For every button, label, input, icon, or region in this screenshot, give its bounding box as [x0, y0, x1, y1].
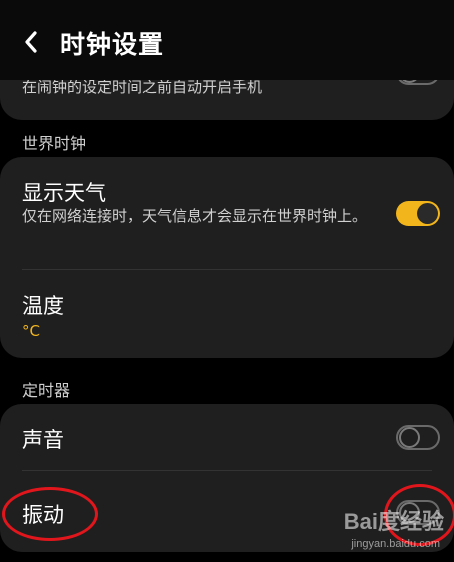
show-weather-title: 显示天气	[22, 181, 106, 205]
show-weather-description: 仅在网络连接时，天气信息才会显示在世界时钟上。	[22, 207, 368, 225]
chevron-left-icon	[25, 31, 37, 53]
world-clock-card: 显示天气 仅在网络连接时，天气信息才会显示在世界时钟上。 温度 °C	[0, 157, 454, 358]
show-weather-toggle[interactable]	[396, 201, 440, 226]
toggle-knob	[399, 427, 420, 448]
baidu-watermark: Bai度经验	[343, 509, 444, 534]
temperature-row[interactable]: 温度 °C	[0, 270, 454, 358]
app-header: 时钟设置	[0, 0, 454, 80]
baidu-watermark-url: jingyan.baidu.com	[351, 538, 440, 550]
toggle-knob	[417, 203, 438, 224]
section-label-timer: 定时器	[22, 381, 71, 400]
temperature-title: 温度	[22, 294, 64, 318]
page-title: 时钟设置	[60, 30, 165, 59]
back-button[interactable]	[14, 24, 48, 60]
sound-toggle[interactable]	[396, 425, 440, 450]
show-weather-row[interactable]: 显示天气 仅在网络连接时，天气信息才会显示在世界时钟上。	[0, 157, 454, 269]
sound-title: 声音	[22, 428, 64, 452]
section-label-world-clock: 世界时钟	[22, 134, 87, 153]
sound-row[interactable]: 声音	[0, 404, 454, 470]
temperature-unit-value: °C	[22, 322, 40, 340]
vibration-title: 振动	[22, 503, 64, 527]
